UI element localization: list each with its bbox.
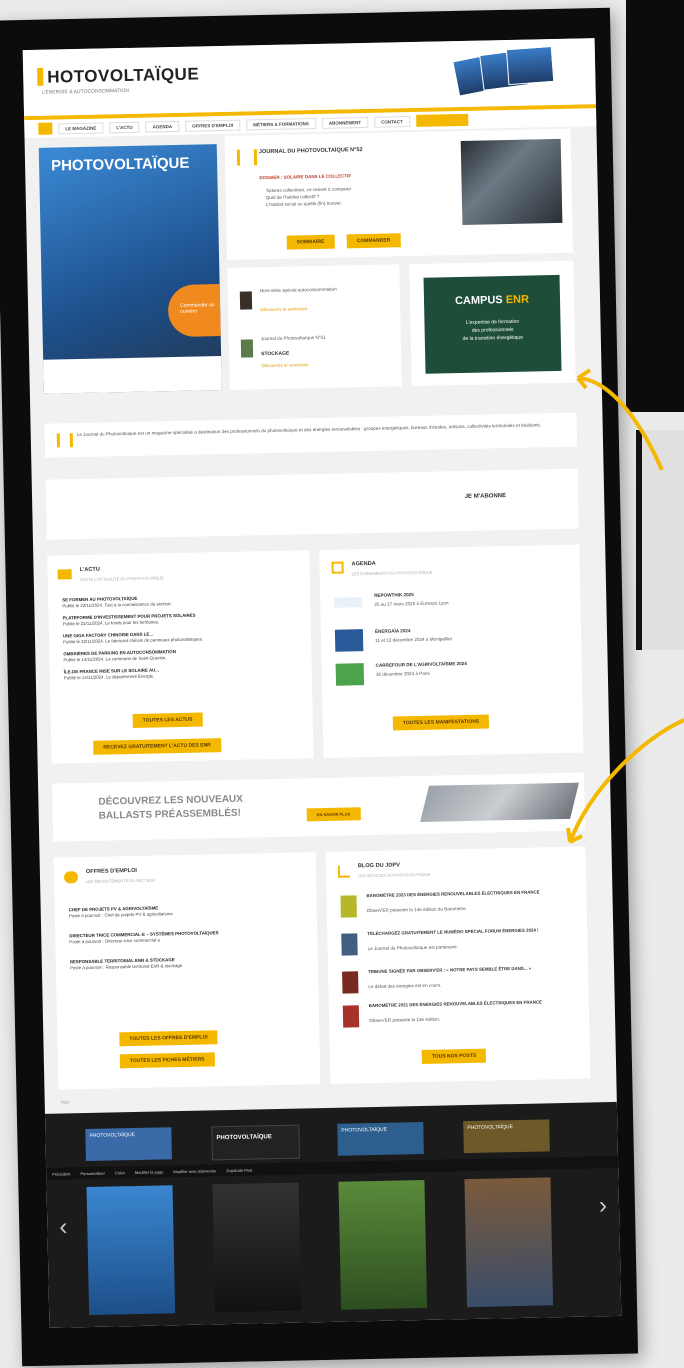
arrow-to-banner [568, 718, 684, 843]
arrow-to-campus [577, 376, 664, 471]
annotation-arrows [566, 368, 684, 844]
